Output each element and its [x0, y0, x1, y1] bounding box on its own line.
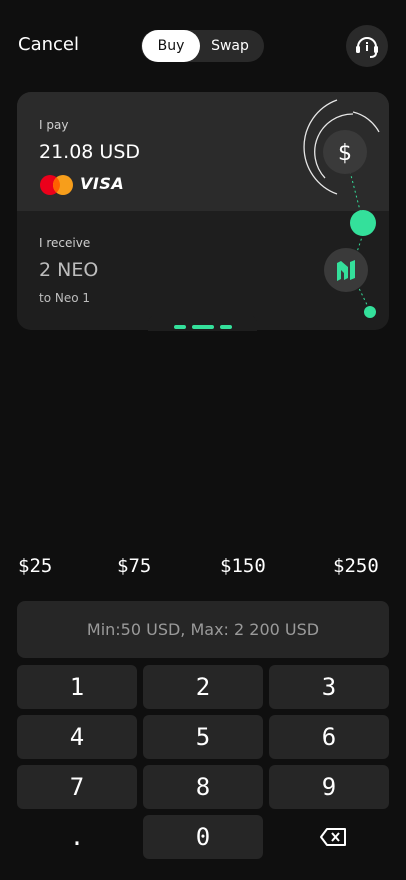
key-4[interactable]: 4: [17, 715, 137, 759]
pager-indicator: [174, 325, 232, 329]
buy-swap-toggle[interactable]: Buy Swap: [141, 30, 264, 62]
mastercard-logo: [40, 175, 73, 195]
preset-250-button[interactable]: $250: [333, 555, 379, 577]
receive-amount: 2 NEO: [39, 259, 99, 281]
tab-swap[interactable]: Swap: [201, 30, 259, 62]
dollar-icon: $: [338, 141, 352, 166]
key-9[interactable]: 9: [269, 765, 389, 809]
preset-150-button[interactable]: $150: [220, 555, 266, 577]
preset-25-button[interactable]: $25: [18, 555, 52, 577]
key-5[interactable]: 5: [143, 715, 263, 759]
exchange-graphic: $: [303, 99, 380, 318]
backspace-button[interactable]: [269, 815, 389, 859]
card-pager[interactable]: [148, 315, 257, 331]
backspace-icon: [320, 828, 346, 846]
key-6[interactable]: 6: [269, 715, 389, 759]
key-decimal[interactable]: .: [17, 815, 137, 859]
key-1[interactable]: 1: [17, 665, 137, 709]
key-2[interactable]: 2: [143, 665, 263, 709]
exchange-card: I pay 21.08 USD VISA I receive 2 NEO to …: [17, 92, 389, 330]
receive-destination: to Neo 1: [39, 291, 91, 305]
key-0[interactable]: 0: [143, 815, 263, 859]
svg-text:$: $: [338, 141, 352, 166]
top-bar: Cancel Buy Swap: [0, 0, 406, 90]
key-8[interactable]: 8: [143, 765, 263, 809]
support-button[interactable]: [346, 25, 388, 67]
preset-75-button[interactable]: $75: [117, 555, 151, 577]
receive-label: I receive: [39, 236, 91, 250]
preset-amounts: $25 $75 $150 $250: [0, 555, 406, 581]
amount-limits-display: Min:50 USD, Max: 2 200 USD: [17, 601, 389, 658]
visa-logo: VISA: [80, 174, 125, 193]
tab-buy[interactable]: Buy: [142, 30, 200, 62]
key-7[interactable]: 7: [17, 765, 137, 809]
pay-label: I pay: [39, 118, 69, 132]
pay-amount: 21.08 USD: [39, 141, 141, 163]
cancel-button[interactable]: Cancel: [18, 34, 79, 55]
headset-icon: [356, 37, 378, 58]
key-3[interactable]: 3: [269, 665, 389, 709]
